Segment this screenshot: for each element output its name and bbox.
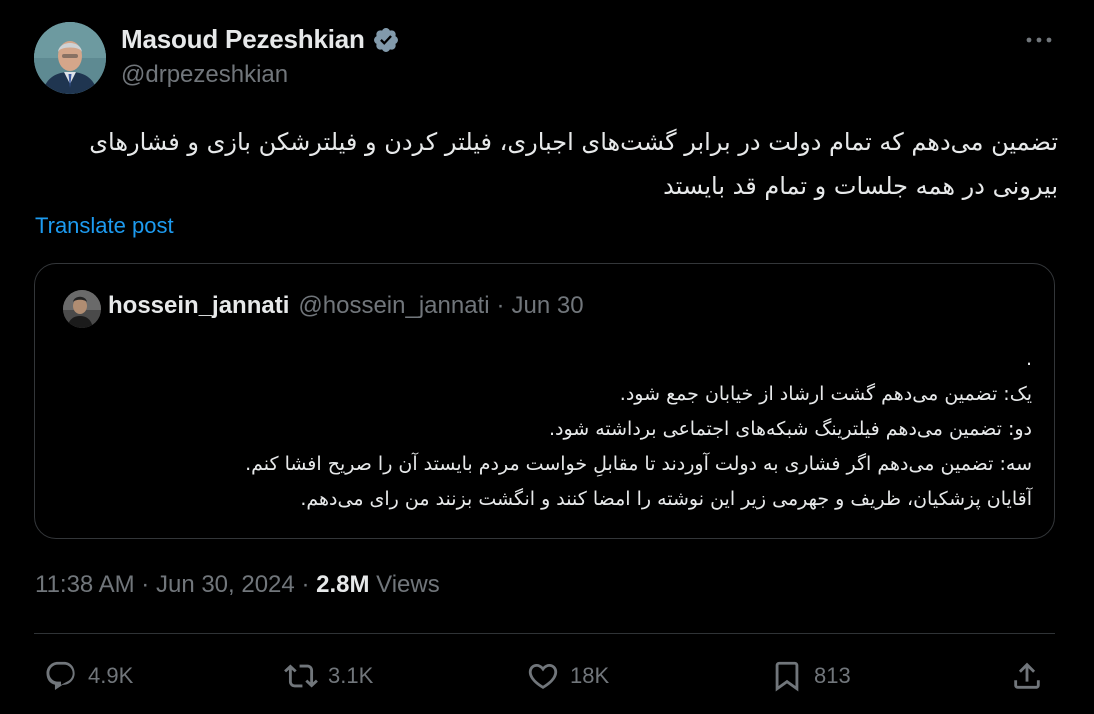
share-button[interactable] [1010,656,1044,696]
author-display-name[interactable]: Masoud Pezeshkian [121,24,365,55]
repost-count: 3.1K [328,663,374,688]
repost-button[interactable]: 3.1K [284,656,373,696]
reply-count: 4.9K [88,663,134,688]
bookmark-count: 813 [814,663,851,688]
like-count: 18K [570,663,610,688]
quoted-post-header: hossein_jannati @hossein_jannati · Jun 3… [108,292,584,320]
quoted-text-line: آقایان پزشکیان، ظریف و جهرمی زیر این نوش… [300,488,1032,510]
like-button[interactable]: 18K [526,656,609,696]
quoted-post-card[interactable]: hossein_jannati @hossein_jannati · Jun 3… [34,263,1055,539]
heart-icon [528,663,558,689]
more-options-icon[interactable] [1024,30,1054,50]
quoted-text-line: یک: تضمین می‌دهم گشت ارشاد از خیابان جمع… [619,383,1032,405]
reply-button[interactable]: 4.9K [44,656,133,696]
post-text: تضمین می‌دهم که تمام دولت در برابر گشت‌ه… [58,120,1058,208]
quoted-post-date: Jun 30 [511,292,584,319]
reply-icon [46,661,75,691]
views-label: Views [376,571,440,598]
quoted-text-line: سه: تضمین می‌دهم اگر فشاری به دولت آوردن… [245,453,1032,475]
quoted-post-text: . یک: تضمین می‌دهم گشت ارشاد از خیابان ج… [72,342,1032,517]
translate-post-link[interactable]: Translate post [35,213,174,239]
quoted-author-name: hossein_jannati [108,292,290,319]
quoted-author-avatar [63,290,101,328]
share-icon [1014,662,1040,689]
bookmark-icon [775,661,799,692]
post-text-line: بیرونی در همه جلسات و تمام قد بایستد [663,172,1058,200]
repost-icon [284,664,318,688]
author-name-row: Masoud Pezeshkian [121,24,400,55]
bookmark-button[interactable]: 813 [770,656,851,696]
author-handle[interactable]: @drpezeshkian [121,61,288,89]
verified-badge-icon[interactable] [372,26,400,54]
views-count[interactable]: 2.8M [316,571,369,598]
quoted-text-line: . [1025,348,1032,370]
tweet-detail: Masoud Pezeshkian @drpezeshkian تضمین می… [0,0,1094,714]
post-meta: 11:38 AM · Jun 30, 2024 · 2.8M Views [35,571,440,599]
post-date[interactable]: Jun 30, 2024 [156,571,295,598]
separator-dot: · [496,292,505,319]
divider [34,633,1055,634]
quoted-text-line: دو: تضمین می‌دهم فیلترینگ شبکه‌های اجتما… [548,418,1032,440]
post-text-line: تضمین می‌دهم که تمام دولت در برابر گشت‌ه… [89,128,1058,156]
separator-dot: · [301,571,310,598]
quoted-author-handle: @hossein_jannati [298,292,490,319]
separator-dot: · [141,571,150,598]
post-time[interactable]: 11:38 AM [35,571,135,598]
author-avatar[interactable] [34,22,106,94]
